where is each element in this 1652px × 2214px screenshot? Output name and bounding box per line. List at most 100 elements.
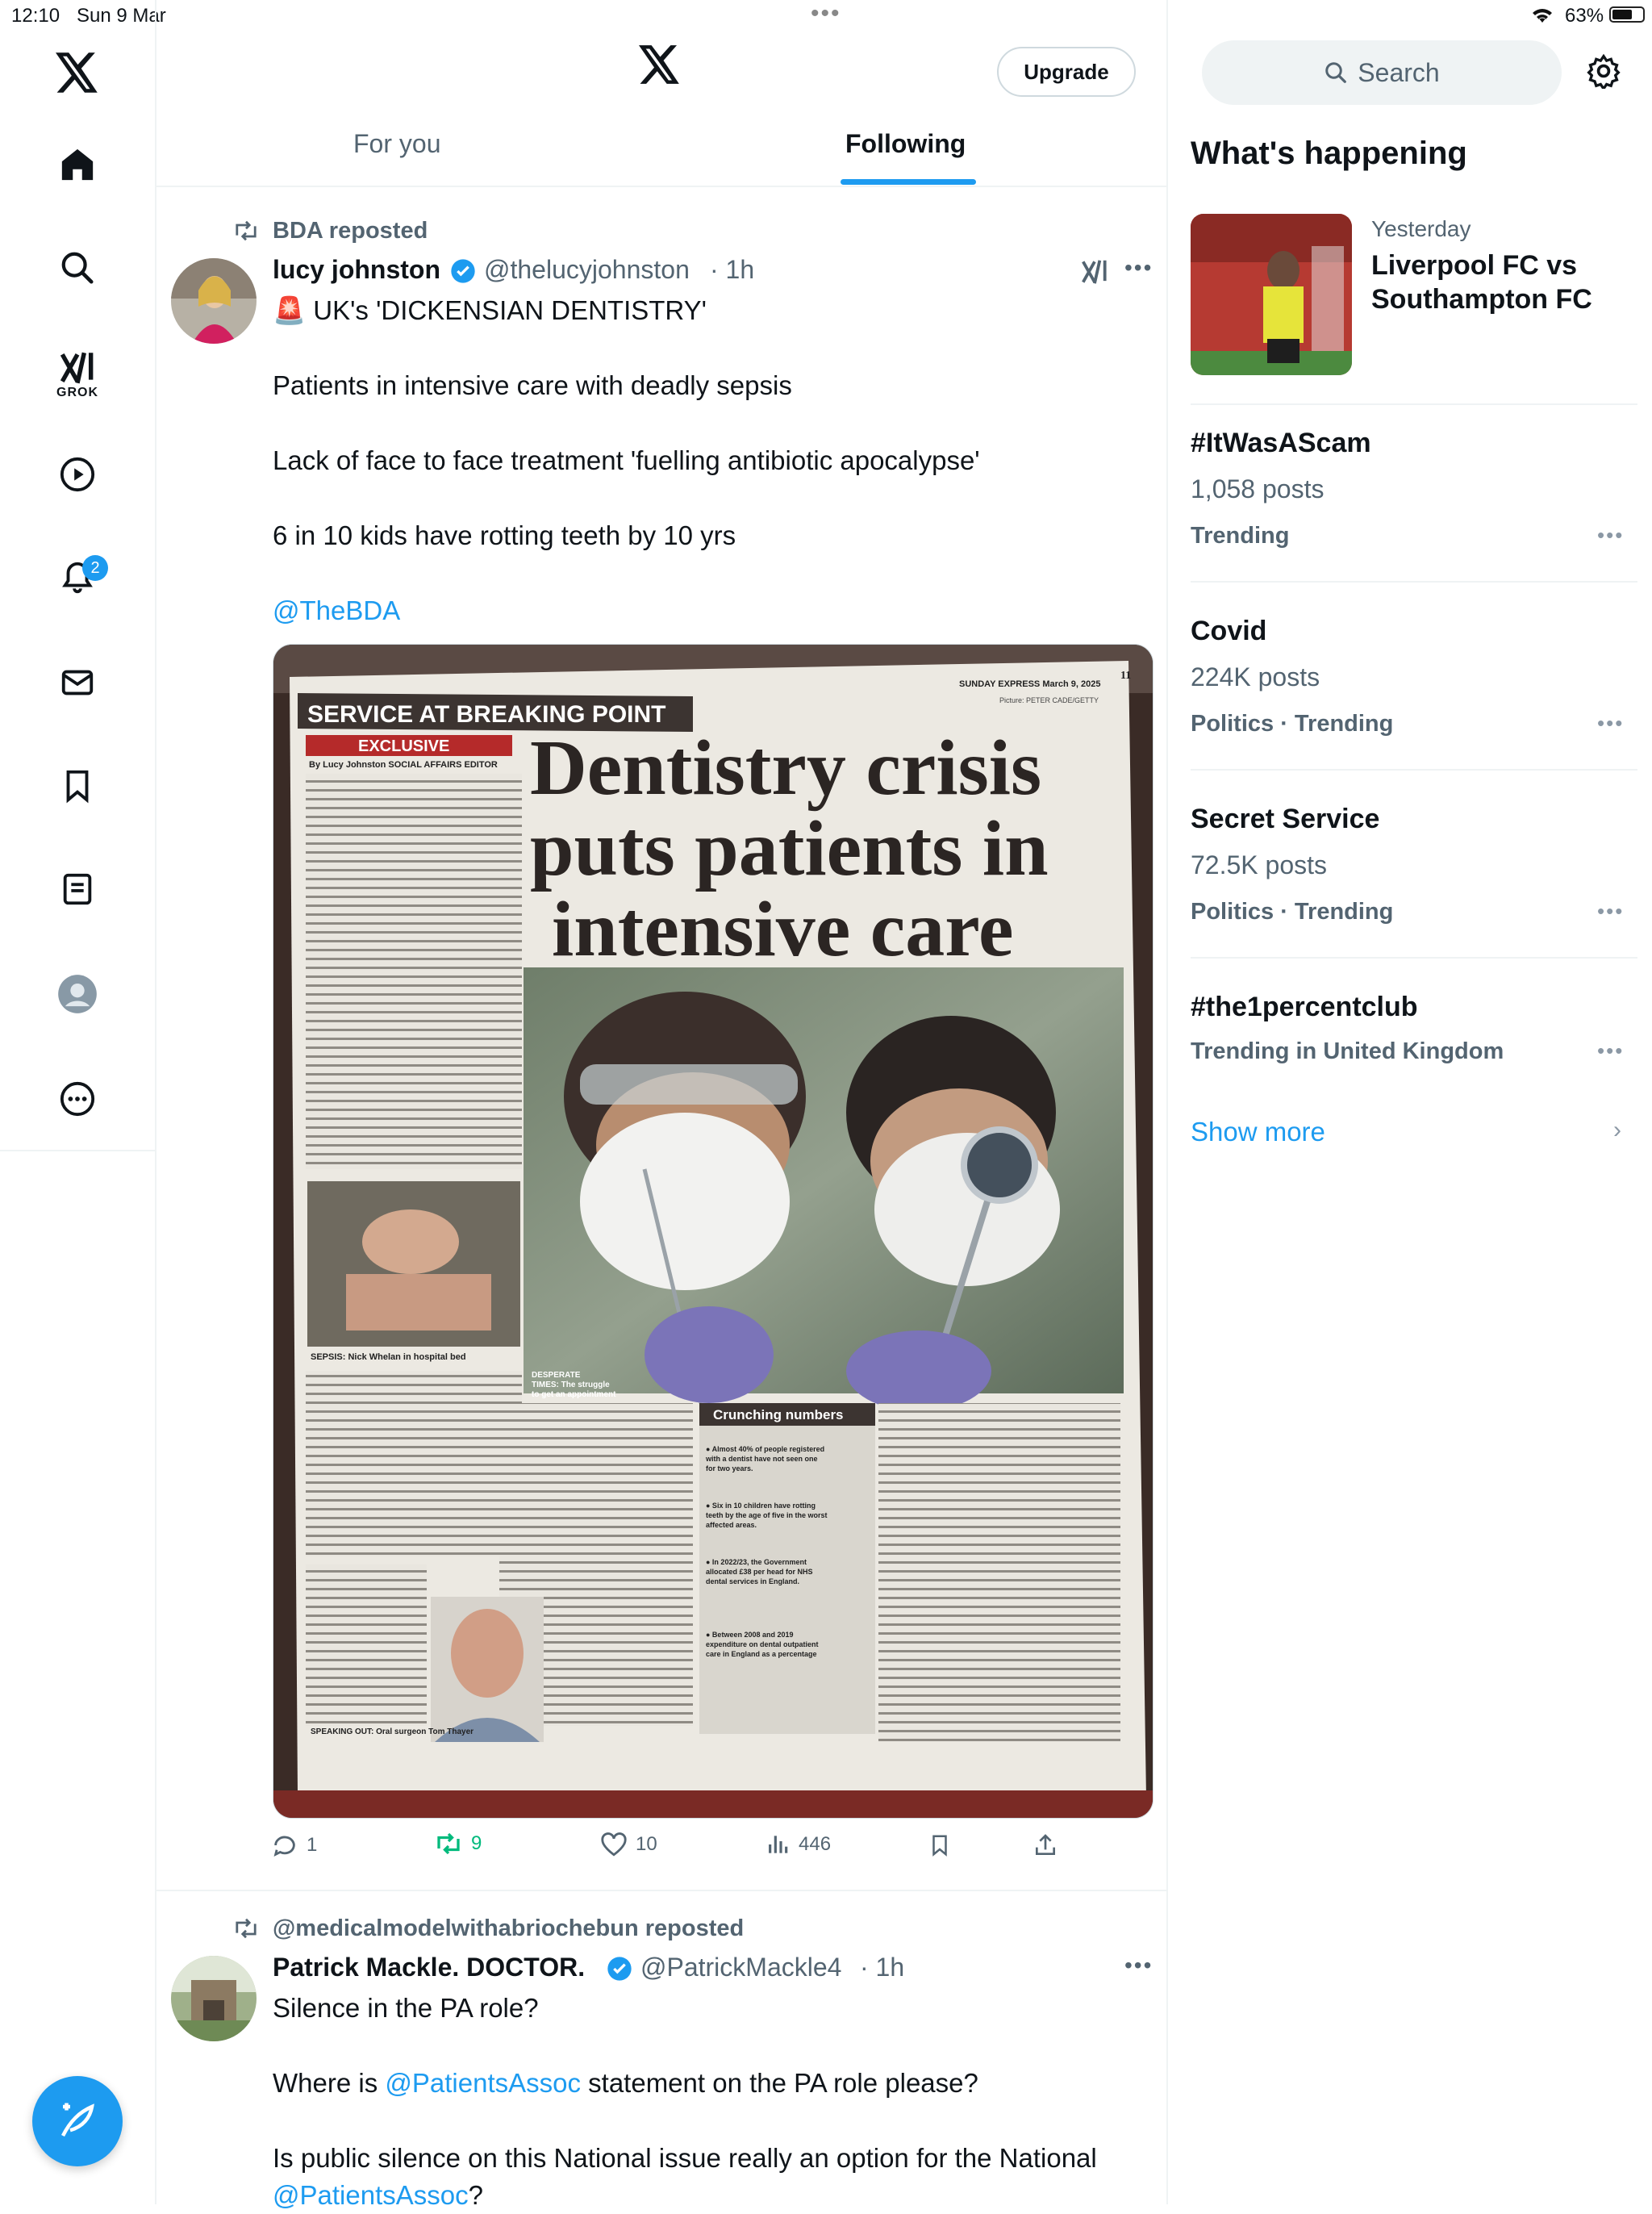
- reply-count: 1: [307, 1834, 318, 1856]
- trend-title[interactable]: Secret Service: [1191, 804, 1379, 835]
- bookmark-button[interactable]: [928, 1832, 952, 1859]
- author-avatar[interactable]: [171, 1956, 257, 2041]
- post-text-line: Silence in the PA role?: [273, 1993, 539, 2023]
- header-x-logo-icon[interactable]: [639, 45, 681, 88]
- repost-action-icon: [437, 1832, 460, 1855]
- mention-link[interactable]: @PatientsAssoc: [385, 2068, 581, 2098]
- upgrade-button[interactable]: Upgrade: [997, 47, 1136, 97]
- trend-post-count: 72.5K posts: [1191, 850, 1327, 879]
- trend-more-icon[interactable]: •••: [1597, 899, 1624, 924]
- share-button[interactable]: [1032, 1832, 1058, 1859]
- multitasking-dots-icon[interactable]: •••: [811, 0, 841, 27]
- trend-more-icon[interactable]: •••: [1597, 523, 1624, 548]
- author-handle[interactable]: @PatrickMackle4: [640, 1953, 841, 1982]
- views-button[interactable]: 446: [765, 1832, 831, 1857]
- trend-meta: Trending in United Kingdom: [1191, 1038, 1504, 1064]
- like-count: 10: [636, 1833, 657, 1855]
- repost-icon: [232, 1917, 260, 1944]
- post-time[interactable]: · 1h: [860, 1953, 904, 1982]
- grok-explain-icon[interactable]: [1079, 257, 1110, 291]
- verified-badge-icon: [607, 1956, 632, 1986]
- repost-count: 9: [471, 1832, 482, 1854]
- mention-link[interactable]: @TheBDA: [273, 592, 400, 629]
- search-input[interactable]: Search: [1202, 40, 1562, 105]
- reply-button[interactable]: 1: [271, 1832, 317, 1859]
- post-text-line: @PatientsAssoc?: [273, 2177, 483, 2214]
- caption-speaking-out: SPEAKING OUT: Oral surgeon Tom Thayer: [311, 1727, 473, 1736]
- newspaper-masthead: SUNDAY EXPRESS March 9, 2025: [959, 679, 1100, 689]
- show-more-link[interactable]: Show more: [1191, 1117, 1325, 1147]
- battery-icon: [1609, 6, 1645, 23]
- newspaper-page-number: 11: [1120, 670, 1131, 682]
- search-icon: [1325, 62, 1347, 83]
- wifi-icon: [1529, 6, 1555, 28]
- trend-more-icon[interactable]: •••: [1597, 711, 1624, 736]
- more-options-icon[interactable]: [48, 1070, 106, 1128]
- post-image-newspaper[interactable]: SUNDAY EXPRESS March 9, 2025 11 Picture:…: [273, 644, 1153, 1819]
- trend-more-icon[interactable]: •••: [1597, 1038, 1624, 1063]
- compose-post-button[interactable]: [32, 2076, 123, 2166]
- reply-icon: [273, 1836, 295, 1857]
- tab-following[interactable]: Following: [845, 129, 966, 159]
- trend-title[interactable]: #ItWasAScam: [1191, 428, 1371, 459]
- repost-attribution[interactable]: BDA reposted: [273, 218, 428, 244]
- repost-icon: [232, 219, 260, 246]
- views-chart-icon: [769, 1836, 788, 1853]
- author-handle[interactable]: @thelucyjohnston: [484, 255, 690, 285]
- post-more-icon[interactable]: •••: [1124, 1953, 1153, 1978]
- post-divider: [156, 1890, 1166, 1891]
- like-button[interactable]: 10: [600, 1832, 657, 1857]
- post-text-line: 6 in 10 kids have rotting teeth by 10 yr…: [273, 520, 736, 550]
- right-column-divider: [1166, 0, 1168, 2204]
- search-placeholder: Search: [1358, 57, 1440, 87]
- gear-icon[interactable]: [1586, 53, 1621, 93]
- left-column-divider: [155, 0, 156, 2204]
- profile-avatar-icon[interactable]: [48, 965, 106, 1023]
- photo-credit: Picture: PETER CADE/GETTY: [999, 696, 1099, 704]
- trend-feature-title[interactable]: Liverpool FC vs Southampton FC: [1371, 249, 1613, 316]
- trend-thumbnail[interactable]: [1191, 214, 1352, 375]
- messages-mail-icon[interactable]: [48, 654, 106, 712]
- trend-title[interactable]: #the1percentclub: [1191, 992, 1418, 1023]
- chevron-right-icon: ›: [1613, 1117, 1621, 1143]
- bookmarks-icon[interactable]: [48, 757, 106, 815]
- header-divider: [156, 186, 1166, 187]
- tab-for-you[interactable]: For you: [353, 129, 440, 159]
- trend-meta: Politics · Trending: [1191, 899, 1394, 925]
- active-tab-indicator: [841, 179, 976, 185]
- mention-link[interactable]: @PatientsAssoc: [273, 2180, 469, 2210]
- post-text-line: Lack of face to face treatment 'fuelling…: [273, 445, 980, 475]
- post-text-fragment: Where is: [273, 2068, 386, 2098]
- trend-divider: [1191, 581, 1637, 583]
- trend-divider: [1191, 957, 1637, 959]
- views-count: 446: [799, 1833, 832, 1855]
- x-logo-icon[interactable]: [48, 44, 106, 102]
- box-title: Crunching numbers: [713, 1407, 844, 1422]
- exclusive-label: EXCLUSIVE: [358, 737, 449, 755]
- post-more-icon[interactable]: •••: [1124, 255, 1153, 281]
- explore-search-icon[interactable]: [48, 239, 106, 297]
- repost-attribution[interactable]: @medicalmodelwithabriochebun reposted: [273, 1915, 744, 1942]
- battery-percentage: 63%: [1565, 5, 1604, 27]
- verified-badge-icon: [450, 258, 476, 288]
- grok-label: GROK: [56, 386, 98, 399]
- lists-icon[interactable]: [48, 860, 106, 918]
- newspaper-byline: By Lucy Johnston SOCIAL AFFAIRS EDITOR: [309, 760, 498, 770]
- post-text-line: Where is @PatientsAssoc statement on the…: [273, 2065, 978, 2102]
- author-name[interactable]: lucy johnston: [273, 255, 440, 285]
- newspaper-headline-line: intensive care: [552, 886, 1013, 973]
- status-date: Sun 9 Mar: [77, 5, 166, 27]
- home-icon[interactable]: [48, 136, 106, 194]
- status-time: 12:10: [11, 5, 60, 27]
- box-item: ● In 2022/23, the Government allocated £…: [706, 1558, 815, 1585]
- post-text-fragment: statement on the PA role please?: [580, 2068, 978, 2098]
- video-icon[interactable]: [48, 445, 106, 503]
- trend-title[interactable]: Covid: [1191, 616, 1266, 647]
- author-avatar[interactable]: [171, 258, 257, 344]
- newspaper-headline-line: puts patients in: [530, 805, 1049, 892]
- post-text-line: Patients in intensive care with deadly s…: [273, 370, 792, 400]
- heart-icon: [601, 1832, 627, 1857]
- post-time[interactable]: · 1h: [710, 255, 754, 285]
- repost-button[interactable]: 9: [434, 1832, 482, 1856]
- author-name[interactable]: Patrick Mackle. DOCTOR.: [273, 1953, 585, 1982]
